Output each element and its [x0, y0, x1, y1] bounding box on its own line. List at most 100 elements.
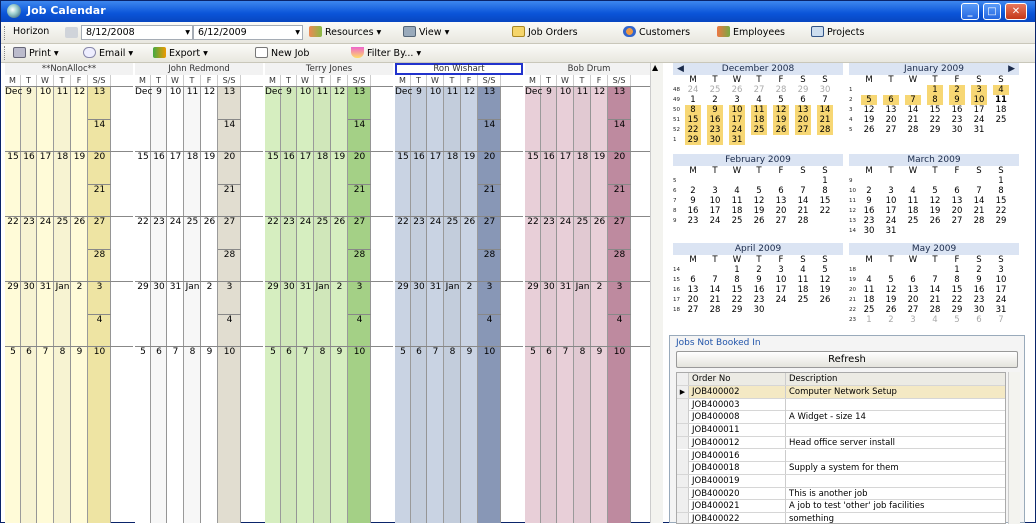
mini-day[interactable]: 21 — [971, 206, 987, 216]
mini-day[interactable]: 13 — [795, 105, 811, 115]
mini-day[interactable]: 10 — [773, 275, 789, 285]
mini-day[interactable]: 2 — [685, 186, 701, 196]
mini-day[interactable]: 30 — [971, 305, 987, 315]
mini-day[interactable]: 19 — [927, 206, 943, 216]
mini-day[interactable]: 5 — [817, 265, 833, 275]
row-selector[interactable]: ▶ — [677, 386, 689, 398]
mini-day[interactable]: 15 — [729, 285, 745, 295]
mini-day[interactable]: 11 — [729, 196, 745, 206]
mini-day[interactable]: 20 — [685, 295, 701, 305]
mini-day[interactable]: 27 — [949, 216, 965, 226]
mini-day[interactable]: 19 — [751, 206, 767, 216]
chevron-down-icon[interactable]: ▾ — [295, 26, 300, 39]
maximize-button[interactable]: □ — [983, 3, 1001, 20]
mini-day[interactable]: 3 — [971, 85, 987, 95]
mini-day[interactable]: 25 — [751, 125, 767, 135]
mini-day[interactable]: 30 — [817, 85, 833, 95]
resources-menu[interactable]: Resources ▾ — [309, 26, 381, 38]
mini-day[interactable]: 2 — [861, 186, 877, 196]
refresh-button[interactable]: Refresh — [676, 351, 1018, 368]
mini-day[interactable]: 9 — [707, 105, 723, 115]
mini-day[interactable]: 4 — [905, 186, 921, 196]
mini-day[interactable]: 26 — [773, 125, 789, 135]
mini-day[interactable]: 4 — [993, 85, 1009, 95]
table-row[interactable]: JOB400020 This is another job — [677, 487, 1005, 501]
mini-day[interactable]: 25 — [795, 295, 811, 305]
mini-day[interactable]: 8 — [949, 275, 965, 285]
new-job-button[interactable]: New Job — [255, 47, 309, 59]
mini-day[interactable]: 9 — [971, 275, 987, 285]
row-selector[interactable] — [677, 474, 689, 487]
mini-day[interactable]: 30 — [949, 125, 965, 135]
employee-name[interactable]: Bob Drum — [525, 63, 653, 75]
mini-day[interactable]: 29 — [927, 125, 943, 135]
mini-day[interactable]: 1 — [729, 265, 745, 275]
mini-day[interactable]: 22 — [927, 115, 943, 125]
start-date-field[interactable]: 8/12/2008 ▾ — [81, 25, 193, 40]
mini-day[interactable]: 15 — [993, 196, 1009, 206]
mini-day[interactable]: 7 — [927, 275, 943, 285]
mini-day[interactable]: 8 — [927, 95, 943, 105]
mini-day[interactable]: 24 — [729, 125, 745, 135]
mini-day[interactable]: 28 — [817, 125, 833, 135]
mini-day[interactable]: 8 — [729, 275, 745, 285]
mini-day[interactable]: 13 — [949, 196, 965, 206]
calendar-scrollbar[interactable] — [650, 63, 663, 523]
row-selector[interactable] — [677, 487, 689, 500]
mini-day[interactable]: 29 — [949, 305, 965, 315]
mini-day[interactable]: 30 — [861, 226, 877, 236]
mini-day[interactable]: 14 — [971, 196, 987, 206]
mini-day[interactable]: 16 — [751, 285, 767, 295]
jobs-table[interactable]: Order No Description ▶ JOB400002 Computer Ne… — [676, 372, 1006, 524]
mini-day[interactable]: 6 — [949, 186, 965, 196]
close-button[interactable]: ✕ — [1005, 3, 1027, 20]
mini-day[interactable]: 18 — [795, 285, 811, 295]
mini-day[interactable]: 29 — [729, 305, 745, 315]
column-header-order[interactable]: Order No — [690, 373, 786, 385]
mini-day[interactable]: 24 — [971, 115, 987, 125]
mini-day[interactable]: 9 — [861, 196, 877, 206]
mini-day[interactable]: 19 — [861, 115, 877, 125]
print-menu[interactable]: Print ▾ — [13, 47, 59, 59]
mini-day[interactable]: 10 — [883, 196, 899, 206]
mini-day[interactable]: 15 — [949, 285, 965, 295]
mini-day[interactable]: 2 — [971, 265, 987, 275]
mini-day[interactable]: 5 — [861, 95, 877, 105]
mini-day[interactable]: 18 — [905, 206, 921, 216]
mini-day[interactable]: 28 — [707, 305, 723, 315]
mini-day[interactable]: 15 — [927, 105, 943, 115]
mini-day[interactable]: 21 — [795, 206, 811, 216]
mini-day[interactable]: 26 — [883, 305, 899, 315]
mini-day[interactable]: 12 — [883, 285, 899, 295]
mini-day[interactable]: 27 — [685, 305, 701, 315]
table-row[interactable]: JOB400022 something — [677, 513, 1005, 523]
row-selector[interactable] — [677, 398, 689, 411]
mini-day[interactable]: 5 — [773, 95, 789, 105]
mini-day[interactable]: 7 — [707, 275, 723, 285]
mini-day[interactable]: 4 — [927, 315, 943, 325]
mini-day[interactable]: 28 — [773, 85, 789, 95]
toolbar-grip[interactable] — [4, 26, 7, 40]
mini-day[interactable]: 4 — [861, 275, 877, 285]
mini-day[interactable]: 20 — [773, 206, 789, 216]
mini-day[interactable]: 3 — [905, 315, 921, 325]
email-menu[interactable]: Email ▾ — [83, 47, 133, 59]
mini-day[interactable]: 23 — [707, 125, 723, 135]
mini-day[interactable]: 9 — [751, 275, 767, 285]
table-row[interactable]: ▶ JOB400002 Computer Network Setup — [677, 386, 1005, 399]
mini-day[interactable]: 17 — [707, 206, 723, 216]
mini-day[interactable]: 8 — [817, 186, 833, 196]
mini-day[interactable]: 20 — [883, 115, 899, 125]
mini-day[interactable]: 31 — [971, 125, 987, 135]
mini-day[interactable]: 13 — [905, 285, 921, 295]
mini-day[interactable]: 27 — [773, 216, 789, 226]
mini-day[interactable]: 7 — [905, 95, 921, 105]
mini-day[interactable]: 22 — [949, 295, 965, 305]
mini-day[interactable]: 25 — [707, 85, 723, 95]
employee-name[interactable]: Ron Wishart — [395, 63, 523, 75]
mini-day[interactable]: 26 — [817, 295, 833, 305]
row-selector[interactable] — [677, 462, 689, 475]
view-menu[interactable]: View ▾ — [403, 26, 449, 38]
mini-day[interactable]: 19 — [773, 115, 789, 125]
mini-day[interactable]: 1 — [861, 315, 877, 325]
